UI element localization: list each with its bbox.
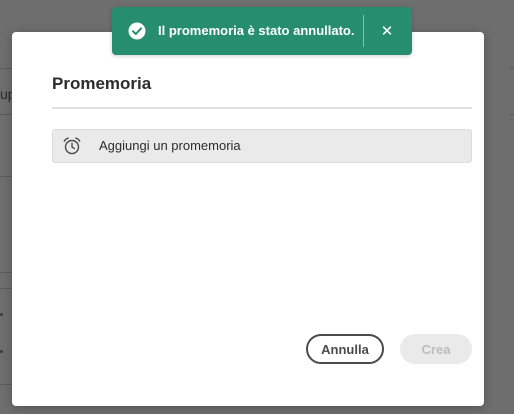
- toast-separator: [363, 15, 364, 47]
- background-partial-text: up: [0, 86, 12, 102]
- create-button[interactable]: Crea: [400, 334, 472, 364]
- toast-close-icon[interactable]: ✕: [374, 19, 400, 43]
- reminder-dialog: Promemoria Aggiungi un promemoria Annull…: [12, 32, 484, 406]
- background-divider: [0, 176, 12, 177]
- background-dot: [0, 313, 3, 316]
- background-divider: [0, 114, 12, 115]
- checkmark-circle-icon: [128, 22, 146, 40]
- background-divider: [0, 272, 12, 273]
- add-reminder-button[interactable]: Aggiungi un promemoria: [52, 129, 472, 163]
- background-divider: [510, 114, 514, 115]
- toast-message: Il promemoria è stato annullato.: [158, 23, 355, 38]
- background-divider: [0, 288, 12, 289]
- alarm-clock-icon: [63, 137, 81, 155]
- background-divider: [0, 68, 12, 69]
- cancel-button[interactable]: Annulla: [306, 334, 384, 364]
- background-divider: [0, 384, 12, 385]
- dialog-divider: [52, 107, 472, 109]
- background-divider: [510, 68, 514, 69]
- success-toast: Il promemoria è stato annullato. ✕: [112, 7, 412, 55]
- dialog-title: Promemoria: [52, 74, 152, 93]
- background-dot: [0, 350, 3, 353]
- add-reminder-label: Aggiungi un promemoria: [99, 138, 241, 153]
